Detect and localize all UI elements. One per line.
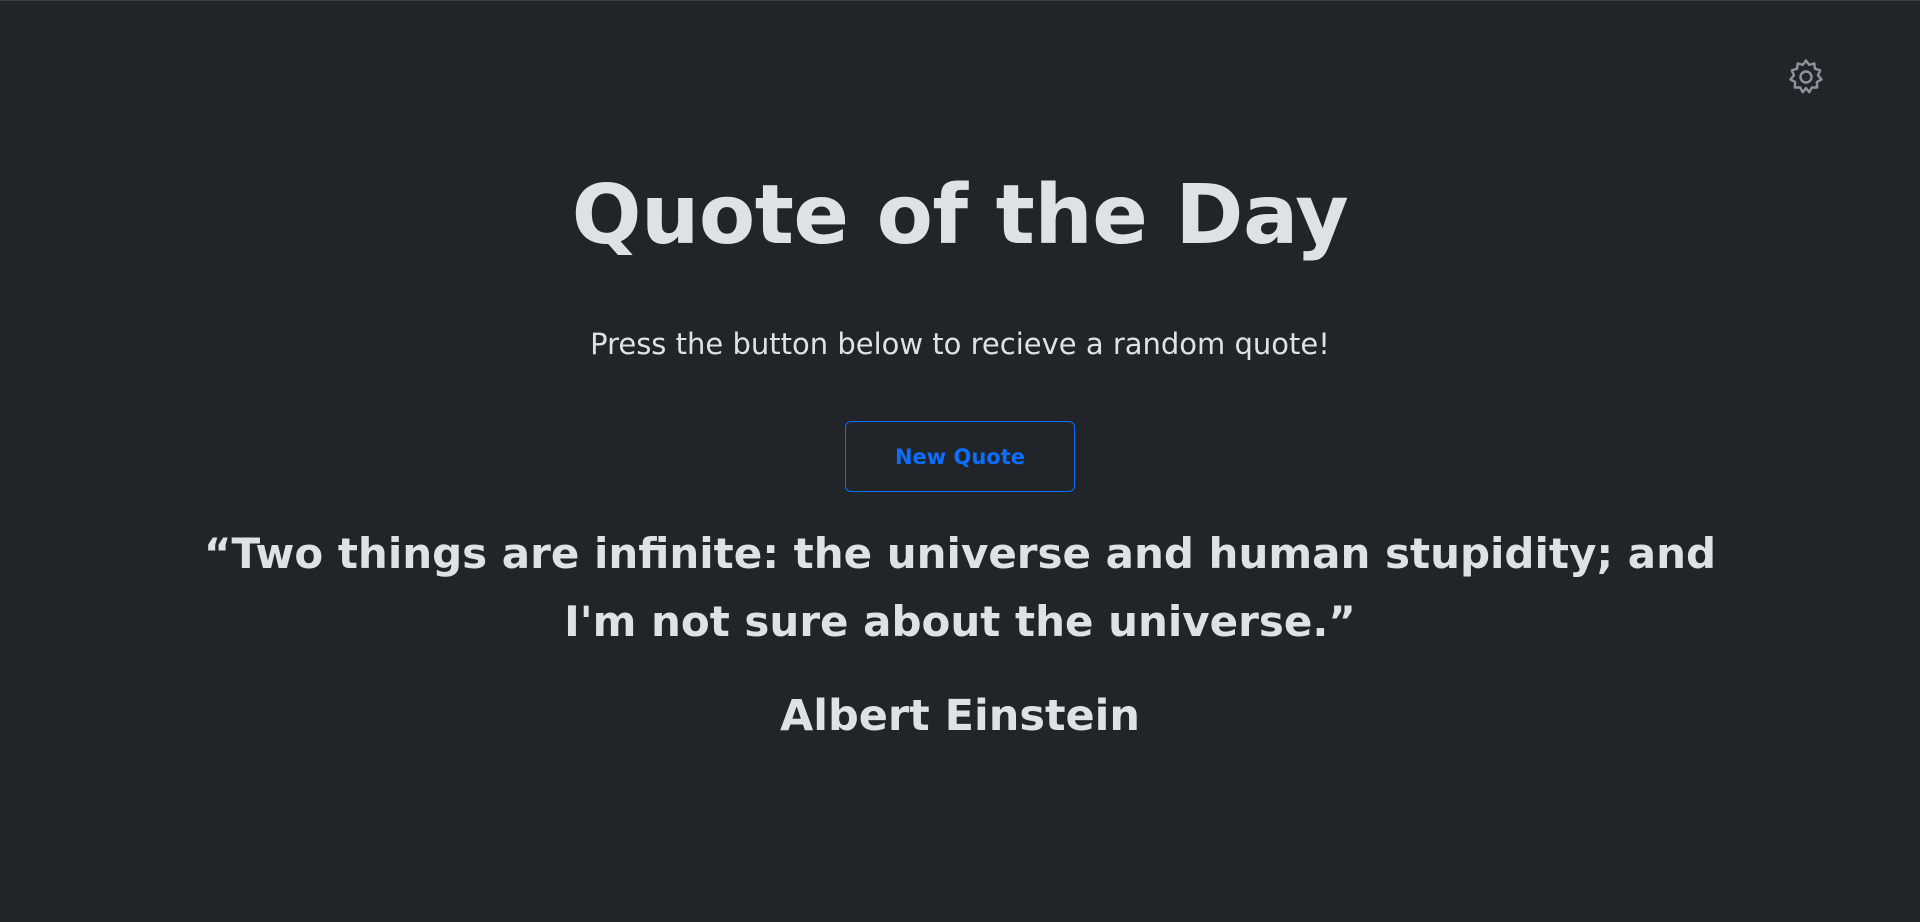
new-quote-button[interactable]: New Quote <box>845 421 1075 492</box>
gear-icon <box>1789 59 1823 94</box>
page-subtitle: Press the button below to recieve a rand… <box>590 327 1330 361</box>
window-top-border <box>0 0 1920 1</box>
page-title: Quote of the Day <box>571 168 1349 263</box>
settings-button[interactable] <box>1785 56 1827 98</box>
quote-author: Albert Einstein <box>779 691 1141 741</box>
quote-text: “Two things are infinite: the universe a… <box>203 529 1717 646</box>
